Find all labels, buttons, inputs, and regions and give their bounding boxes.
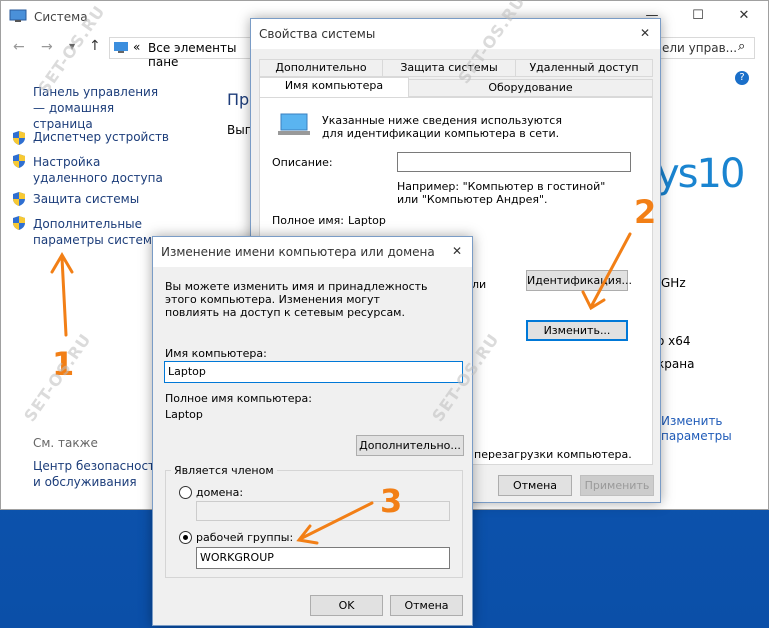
step-2-number: 2: [634, 193, 657, 231]
arrow-2: [590, 232, 632, 307]
arrow-1: [60, 256, 68, 337]
annotation-arrows: [50, 232, 632, 545]
step-3-number: 3: [380, 482, 403, 520]
arrow-3: [300, 501, 374, 540]
